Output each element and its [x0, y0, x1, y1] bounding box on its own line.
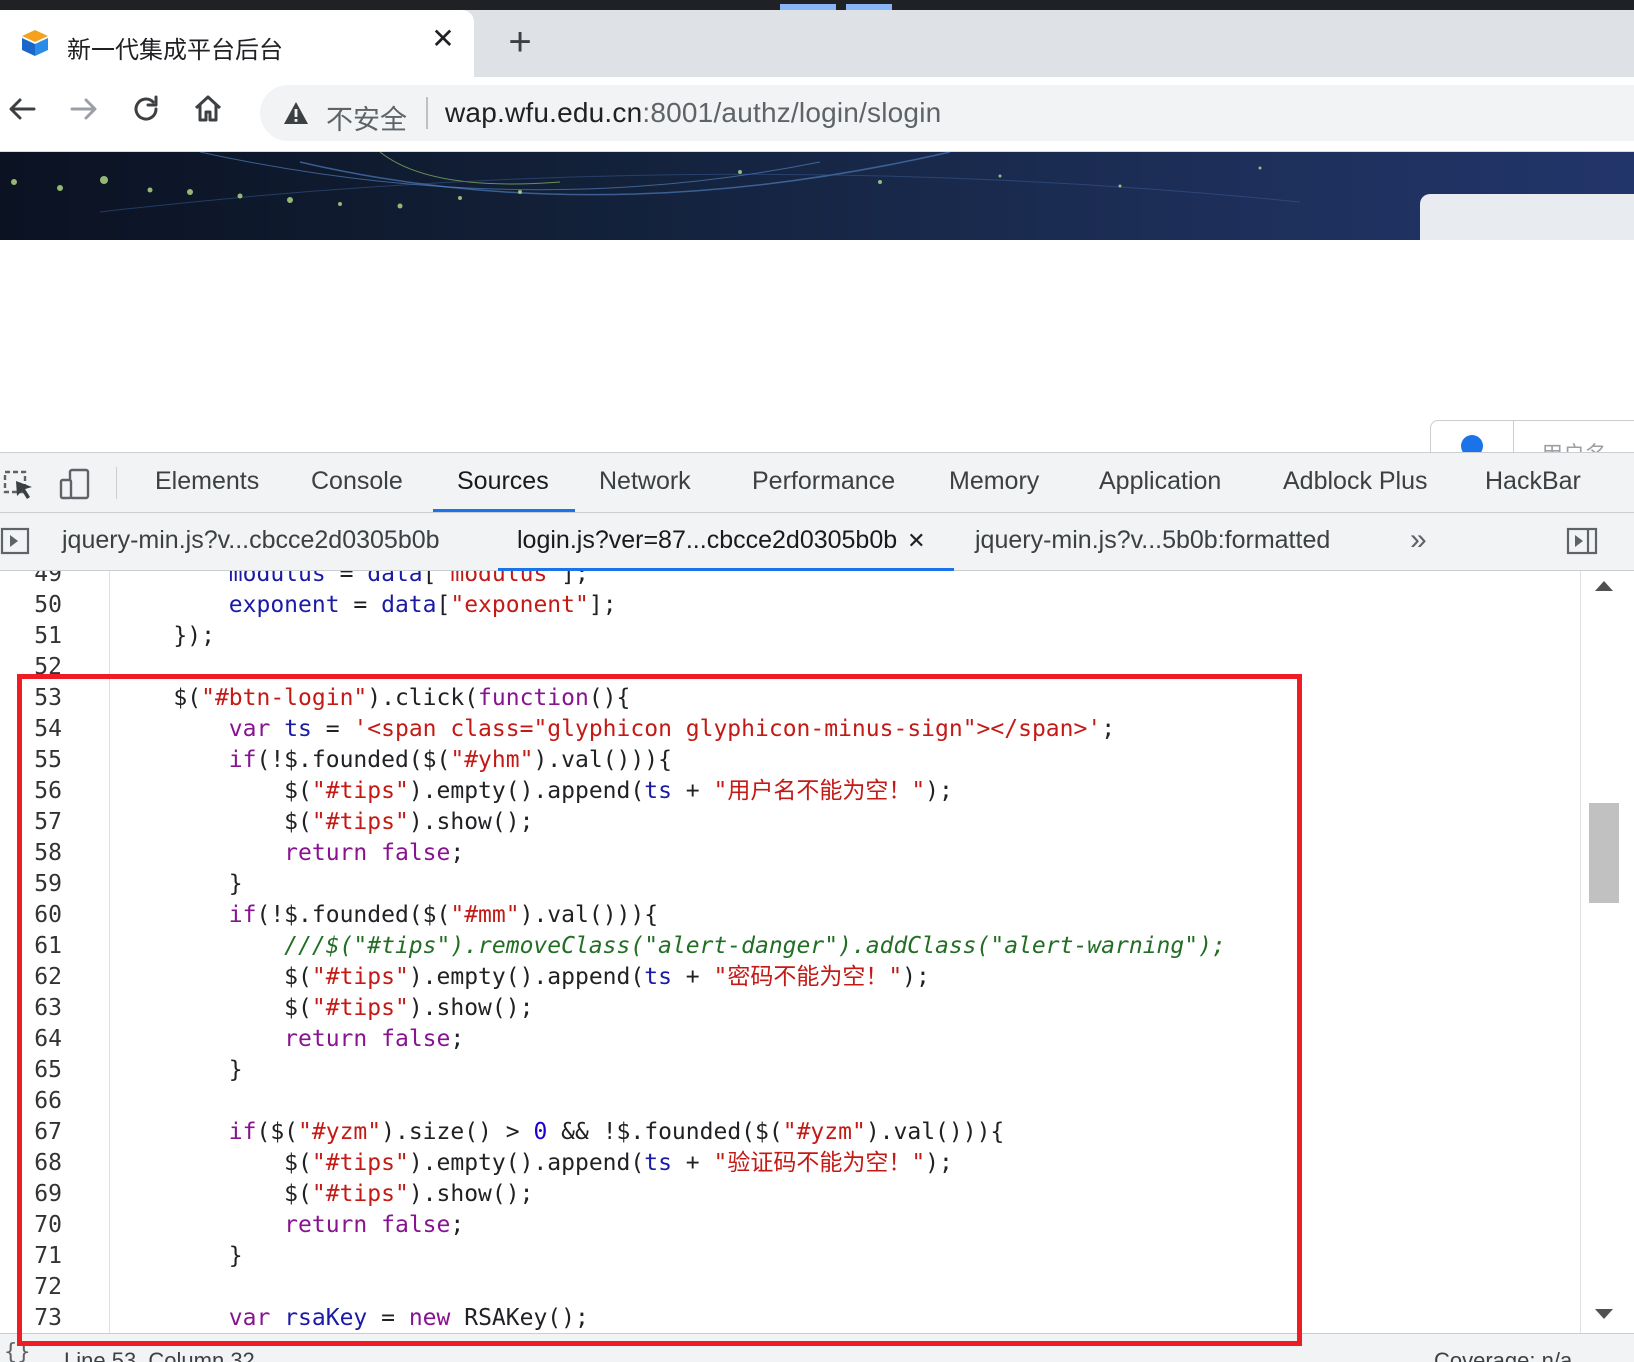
warning-icon[interactable] [282, 99, 310, 127]
back-arrow-icon [9, 98, 36, 120]
scrollbar-thumb[interactable] [1589, 803, 1619, 903]
inspect-element-icon[interactable] [2, 467, 36, 501]
tab-elements[interactable]: Elements [155, 467, 259, 496]
source-tab-jquery-min[interactable]: jquery-min.js?v...cbcce2d0305b0b [62, 526, 440, 555]
tab-adblock-plus[interactable]: Adblock Plus [1283, 467, 1428, 496]
reload-button[interactable] [126, 89, 166, 129]
banner-decoration [11, 152, 1301, 213]
tab-memory[interactable]: Memory [949, 467, 1039, 496]
code-text: exponent = data["exponent"]; [228, 592, 617, 618]
source-tab-jquery-formatted[interactable]: jquery-min.js?v...5b0b:formatted [975, 526, 1330, 555]
browser-tab[interactable]: 新一代集成平台后台 ✕ [0, 10, 474, 77]
username-field[interactable]: 用户名 [1430, 420, 1634, 452]
more-tabs-icon[interactable]: » [1410, 523, 1427, 557]
tab-application[interactable]: Application [1099, 467, 1221, 496]
address-bar[interactable]: 不安全 wap.wfu.edu.cn:8001/authz/login/slog… [260, 85, 1634, 141]
line-number[interactable]: 50 [0, 590, 62, 621]
code-line[interactable]: 49 modulus = data["modulus"]; [0, 571, 1580, 590]
device-toolbar-icon[interactable] [58, 467, 92, 501]
address-separator [426, 97, 428, 129]
line-number[interactable]: 49 [0, 571, 62, 590]
tab-strip: 新一代集成平台后台 ✕ + [0, 10, 1634, 77]
window-top-bar [0, 0, 1634, 10]
site-favicon-icon [22, 30, 48, 56]
url-path: :8001/authz/login/slogin [642, 97, 942, 128]
code-text: modulus = data["modulus"]; [228, 571, 589, 587]
tab-console[interactable]: Console [311, 467, 403, 496]
code-text: }); [118, 623, 215, 649]
browser-toolbar: 不安全 wap.wfu.edu.cn:8001/authz/login/slog… [0, 77, 1634, 152]
login-panel [1420, 194, 1634, 240]
source-file-tabs: jquery-min.js?v...cbcce2d0305b0b login.j… [0, 513, 1634, 571]
scroll-down-icon[interactable] [1595, 1309, 1613, 1319]
field-divider [1513, 421, 1514, 452]
url-host: wap.wfu.edu.cn [445, 97, 643, 128]
forward-button[interactable] [64, 89, 104, 129]
source-tab-label: login.js?ver=87...cbcce2d0305b0b [517, 526, 898, 554]
tab-close-icon[interactable]: ✕ [428, 24, 458, 54]
toggle-navigator-icon[interactable] [0, 525, 32, 557]
cursor-position: Line 53, Column 32 [64, 1348, 255, 1362]
reload-icon [134, 95, 158, 121]
toolbar-divider [116, 467, 117, 499]
username-placeholder: 用户名 [1541, 437, 1607, 452]
back-button[interactable] [2, 89, 42, 129]
tab-performance[interactable]: Performance [752, 467, 895, 496]
home-button[interactable] [188, 89, 228, 129]
url-text[interactable]: wap.wfu.edu.cn:8001/authz/login/slogin [445, 97, 941, 129]
tab-network[interactable]: Network [599, 467, 691, 496]
scroll-up-icon[interactable] [1595, 581, 1613, 591]
toggle-debugger-icon[interactable] [1566, 525, 1598, 557]
source-tab-login-js[interactable]: login.js?ver=87...cbcce2d0305b0b ✕ [517, 526, 926, 555]
page-banner [0, 152, 1634, 240]
user-icon [1461, 435, 1483, 452]
forward-arrow-icon [70, 98, 97, 120]
tab-sources[interactable]: Sources [457, 467, 549, 496]
web-page: 用户名 [0, 152, 1634, 452]
tab-title: 新一代集成平台后台 [67, 37, 283, 64]
vertical-scrollbar[interactable] [1580, 571, 1634, 1333]
new-tab-button[interactable]: + [500, 22, 540, 62]
coverage-status: Coverage: n/a [1434, 1348, 1573, 1362]
code-line[interactable]: 50 exponent = data["exponent"]; [0, 590, 1580, 621]
line-number[interactable]: 51 [0, 621, 62, 652]
home-icon [194, 95, 222, 122]
tab-hackbar[interactable]: HackBar [1485, 467, 1581, 496]
active-tab-indicator [433, 509, 575, 512]
security-status-label[interactable]: 不安全 [326, 98, 407, 137]
close-tab-icon[interactable]: ✕ [907, 528, 925, 553]
highlight-box [17, 674, 1302, 1346]
devtools-tab-bar: Elements Console Sources Network Perform… [0, 453, 1634, 513]
code-line[interactable]: 51 }); [0, 621, 1580, 652]
